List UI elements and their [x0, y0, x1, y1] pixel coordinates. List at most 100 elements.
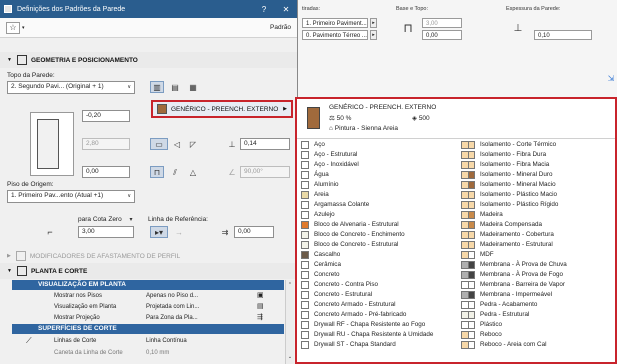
- bg-floor-base-field[interactable]: 0. Pavimento Térreo ...: [302, 30, 368, 40]
- material-swatch-icon: [461, 260, 468, 269]
- list-item[interactable]: Cascalho: [301, 250, 340, 259]
- slant-straight-icon[interactable]: ⊓: [150, 166, 164, 178]
- list-item[interactable]: Azulejo: [301, 210, 335, 219]
- favorites-dropdown-icon[interactable]: ▾: [22, 25, 25, 31]
- list-item[interactable]: Isolamento - Fibra Macia: [461, 160, 549, 169]
- settings-corner-icon[interactable]: ⇲: [606, 72, 616, 84]
- thickness-field[interactable]: 0,14: [240, 138, 290, 150]
- property-value[interactable]: 0,10 mm: [146, 348, 169, 358]
- list-item[interactable]: Drywall RU - Chapa Resistente à Umidade: [301, 330, 433, 339]
- list-item[interactable]: Plástico: [461, 320, 502, 329]
- slant-one-icon[interactable]: ⫽: [168, 166, 182, 178]
- list-item[interactable]: Membrana - Impermeável: [461, 290, 552, 299]
- modifiers-section-header[interactable]: ▶ MODIFICADORES DE AFASTAMENTO DE PERFIL: [0, 248, 297, 264]
- list-item[interactable]: Drywall ST - Chapa Standard: [301, 340, 396, 349]
- material-label: Membrana - Impermeável: [480, 291, 553, 298]
- list-item[interactable]: Alumínio: [301, 180, 339, 189]
- ref-line-dropdown-icon[interactable]: ▸▾: [150, 226, 168, 238]
- list-item[interactable]: Membrana - À Prova de Fogo: [461, 270, 563, 279]
- list-item[interactable]: Reboco: [461, 330, 502, 339]
- list-item[interactable]: Bloco de Concreto - Enchimento: [301, 230, 405, 239]
- bg-thickness-field[interactable]: 0,10: [534, 30, 592, 40]
- help-button[interactable]: ?: [253, 5, 275, 14]
- list-item[interactable]: Isolamento - Mineral Macio: [461, 180, 556, 189]
- list-item[interactable]: Bloco de Alvenaria - Estrutural: [301, 220, 399, 229]
- material-swatch-icon: [468, 180, 475, 189]
- table-row[interactable]: Visualização em Planta Projetada com Lin…: [12, 302, 284, 312]
- list-item[interactable]: Madeira Compensada: [461, 220, 542, 229]
- list-item[interactable]: Concreto: [301, 270, 340, 279]
- property-value[interactable]: Linha Contínua: [146, 336, 187, 346]
- ref-level-field[interactable]: 3,00: [78, 226, 134, 238]
- geometry-section-header[interactable]: ▼ GEOMETRIA E POSICIONAMENTO: [0, 52, 297, 68]
- list-item[interactable]: Reboco - Areia com Cal: [461, 340, 547, 349]
- list-item[interactable]: Isolamento - Plástico Macio: [461, 190, 557, 199]
- plan-view-subheader[interactable]: VISUALIZAÇÃO EM PLANTA: [12, 280, 284, 290]
- scroll-up-icon[interactable]: ⌃: [286, 282, 294, 288]
- slant-double-icon[interactable]: △: [186, 166, 200, 178]
- bg-floor-top-arrow[interactable]: ▸: [370, 18, 377, 28]
- material-swatch-icon: [461, 270, 468, 279]
- bg-base-field[interactable]: 0,00: [422, 30, 462, 40]
- origin-floor-dropdown[interactable]: 1. Primeiro Pav...ento (Atual +1) ∨: [7, 190, 135, 203]
- list-item[interactable]: Pedra - Acabamento: [461, 300, 537, 309]
- wall-type-trapezoid-icon[interactable]: ▤: [168, 81, 182, 93]
- list-item[interactable]: Aço - Estrutural: [301, 150, 357, 159]
- wall-type-polygon-icon[interactable]: ▦: [186, 81, 200, 93]
- bg-floor-top-field[interactable]: 1. Primeiro Paviment...: [302, 18, 368, 28]
- list-item[interactable]: Argamassa Colante: [301, 200, 369, 209]
- list-item[interactable]: Membrana - À Prova de Chuva: [461, 260, 567, 269]
- list-item[interactable]: Água: [301, 170, 329, 179]
- list-item[interactable]: Aço: [301, 140, 325, 149]
- list-item[interactable]: Madeiramento - Cobertura: [461, 230, 554, 239]
- plan-section-header[interactable]: ▼ PLANTA E CORTE: [0, 263, 297, 279]
- list-item[interactable]: Isolamento - Mineral Duro: [461, 170, 552, 179]
- properties-scrollbar[interactable]: ⌃ ⌄: [285, 280, 294, 364]
- table-row[interactable]: Mostrar nos Pisos Apenas no Piso d... ▣: [12, 291, 284, 301]
- list-item[interactable]: Isolamento - Fibra Dura: [461, 150, 546, 159]
- list-item[interactable]: Concreto - Estrutural: [301, 290, 372, 299]
- material-swatch-icon: [301, 150, 309, 159]
- list-item[interactable]: Concreto Armado - Pré-fabricado: [301, 310, 406, 319]
- list-item[interactable]: Isolamento - Corte Térmico: [461, 140, 556, 149]
- ref-level-dropdown-icon[interactable]: ▾: [126, 214, 136, 226]
- list-item[interactable]: Bloco de Concreto - Estrutural: [301, 240, 398, 249]
- list-item[interactable]: Membrana - Barreira de Vapor: [461, 280, 565, 289]
- material-swatch-icon: [461, 310, 468, 319]
- base-offset-field[interactable]: 0,00: [82, 166, 130, 178]
- list-item[interactable]: Cerâmica: [301, 260, 341, 269]
- list-item[interactable]: Madeiramento - Estrutural: [461, 240, 553, 249]
- list-item[interactable]: Concreto Armado - Estrutural: [301, 300, 396, 309]
- wall-height-field[interactable]: 2,80: [82, 138, 130, 150]
- table-row[interactable]: Caneta da Linha de Corte 0,10 mm: [12, 348, 284, 358]
- ref-line-inside-icon[interactable]: ◸: [186, 138, 200, 150]
- list-item[interactable]: Pedra - Estrutural: [461, 310, 529, 319]
- list-item[interactable]: MDF: [461, 250, 494, 259]
- slant-angle-field[interactable]: 90,00°: [240, 166, 290, 178]
- ref-line-outside-icon[interactable]: ▭: [150, 138, 168, 150]
- property-value[interactable]: Para Zona da Pla...: [146, 313, 198, 323]
- list-item[interactable]: Concreto - Contra Piso: [301, 280, 378, 289]
- property-value[interactable]: Projetada com Lin...: [146, 302, 199, 312]
- list-item[interactable]: Aço - Inoxidável: [301, 160, 359, 169]
- material-swatch-icon: [461, 150, 468, 159]
- ref-offset-field[interactable]: 0,00: [234, 226, 274, 238]
- list-item[interactable]: Areia: [301, 190, 329, 199]
- top-offset-field[interactable]: -0,20: [82, 110, 130, 122]
- top-wall-dropdown[interactable]: 2. Segundo Pavi... (Original + 1) ∨: [7, 81, 135, 94]
- cut-surfaces-subheader[interactable]: SUPERFÍCIES DE CORTE: [12, 324, 284, 334]
- scroll-down-icon[interactable]: ⌄: [286, 354, 294, 360]
- close-button[interactable]: ✕: [275, 5, 297, 14]
- list-item[interactable]: Isolamento - Plástico Rígido: [461, 200, 558, 209]
- table-row[interactable]: Mostrar Projeção Para Zona da Pla... ⇶: [12, 313, 284, 323]
- ref-line-center-icon[interactable]: ◁: [170, 138, 184, 150]
- property-value[interactable]: Apenas no Piso d...: [146, 291, 198, 301]
- table-row[interactable]: ⟋ Linhas de Corte Linha Contínua: [12, 336, 284, 346]
- wall-type-straight-icon[interactable]: ▥: [150, 81, 164, 93]
- list-item[interactable]: Drywall RF - Chapa Resistente ao Fogo: [301, 320, 425, 329]
- bg-height-field[interactable]: 3,00: [422, 18, 462, 28]
- list-item[interactable]: Madeira: [461, 210, 503, 219]
- surface-override-button[interactable]: GENÉRICO - PREENCH. EXTERNO ▶: [151, 100, 293, 118]
- favorites-star-icon[interactable]: ☆: [6, 21, 20, 34]
- bg-floor-base-arrow[interactable]: ▸: [370, 30, 377, 40]
